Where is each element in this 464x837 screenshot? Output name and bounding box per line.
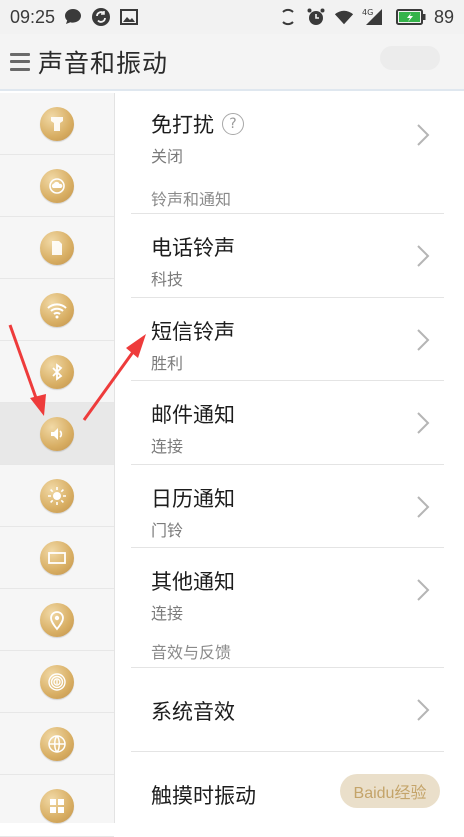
chat-icon xyxy=(63,7,83,27)
sound-icon xyxy=(40,416,74,451)
touch-vibrate-title: 触摸时振动 xyxy=(151,784,256,808)
other-notify-value: 连接 xyxy=(151,604,184,623)
rail-item-sim[interactable] xyxy=(0,217,114,279)
settings-row-phone-ringtone[interactable]: 电话铃声 科技 xyxy=(115,214,464,297)
image-icon xyxy=(119,7,139,27)
chevron-right-icon xyxy=(417,699,430,721)
battery-icon xyxy=(395,7,426,27)
mail-notify-title: 邮件通知 xyxy=(151,403,235,427)
dnd-value: 关闭 xyxy=(151,147,184,166)
signal-icon: 4G xyxy=(362,7,388,27)
rail-item-cloud[interactable] xyxy=(0,155,114,217)
chevron-right-icon xyxy=(417,496,430,518)
location-icon xyxy=(40,602,74,637)
sound-settings-list: 免打扰 ? 关闭 铃声和通知 电话铃声 科技 短信铃声 胜利 邮件通知 连接 日… xyxy=(115,93,464,823)
sms-ringtone-value: 胜利 xyxy=(151,354,184,373)
page-title: 声音和振动 xyxy=(38,48,169,78)
status-bar: 09:25 4G 89 xyxy=(0,0,464,34)
wifi-icon xyxy=(334,7,354,27)
chevron-right-icon xyxy=(417,124,430,146)
chevron-right-icon xyxy=(417,245,430,267)
globe-icon xyxy=(40,726,74,761)
help-icon[interactable]: ? xyxy=(222,113,244,135)
app-header: 声音和振动 xyxy=(0,34,464,91)
rail-item-fingerprint[interactable] xyxy=(0,651,114,713)
phone-ringtone-title: 电话铃声 xyxy=(151,236,235,260)
brightness-icon xyxy=(40,478,74,513)
sync-icon xyxy=(91,7,111,27)
cloud-icon xyxy=(40,168,74,203)
settings-category-rail xyxy=(0,93,115,837)
sim-icon xyxy=(40,230,74,265)
status-time: 09:25 xyxy=(10,6,56,27)
system-sound-title: 系统音效 xyxy=(151,700,235,724)
rail-item-globe[interactable] xyxy=(0,713,114,775)
rail-item-personalize[interactable] xyxy=(0,93,114,155)
header-ghost-button xyxy=(380,46,440,70)
baidu-watermark: Baidu经验 xyxy=(340,774,440,808)
section-label-ringtones: 铃声和通知 xyxy=(151,190,232,209)
battery-percent: 89 xyxy=(433,6,454,27)
chevron-right-icon xyxy=(417,579,430,601)
settings-row-calendar-notify[interactable]: 日历通知 门铃 xyxy=(115,465,464,547)
fingerprint-icon xyxy=(40,664,74,699)
apps-icon xyxy=(40,788,74,823)
settings-row-dnd[interactable]: 免打扰 ? 关闭 xyxy=(115,93,464,175)
chevron-right-icon xyxy=(417,412,430,434)
bluetooth-icon xyxy=(40,354,74,389)
rail-item-sound[interactable] xyxy=(0,403,114,465)
display-icon xyxy=(40,540,74,575)
mail-notify-value: 连接 xyxy=(151,437,184,456)
rail-item-display[interactable] xyxy=(0,527,114,589)
chevron-right-icon xyxy=(417,329,430,351)
alarm-icon xyxy=(306,7,326,27)
wifi-icon xyxy=(40,292,74,327)
rail-item-wifi[interactable] xyxy=(0,279,114,341)
calendar-notify-value: 门铃 xyxy=(151,521,184,540)
settings-row-other-notify[interactable]: 其他通知 连接 xyxy=(115,548,464,631)
rotate-icon xyxy=(278,7,298,27)
rail-item-apps[interactable] xyxy=(0,775,114,837)
menu-icon[interactable] xyxy=(10,51,30,73)
network-label: 4G xyxy=(362,8,373,17)
settings-row-system-sound[interactable]: 系统音效 xyxy=(115,668,464,750)
sms-ringtone-title: 短信铃声 xyxy=(151,320,235,344)
personalize-icon xyxy=(40,106,74,141)
other-notify-title: 其他通知 xyxy=(151,570,235,594)
section-label-effects: 音效与反馈 xyxy=(151,643,232,662)
calendar-notify-title: 日历通知 xyxy=(151,487,235,511)
watermark-text: Baidu经验 xyxy=(353,785,427,802)
rail-item-location[interactable] xyxy=(0,589,114,651)
dnd-title: 免打扰 xyxy=(151,113,214,137)
settings-row-sms-ringtone[interactable]: 短信铃声 胜利 xyxy=(115,298,464,380)
rail-item-brightness[interactable] xyxy=(0,465,114,527)
settings-row-mail-notify[interactable]: 邮件通知 连接 xyxy=(115,381,464,464)
rail-item-bluetooth[interactable] xyxy=(0,341,114,403)
phone-ringtone-value: 科技 xyxy=(151,270,184,289)
